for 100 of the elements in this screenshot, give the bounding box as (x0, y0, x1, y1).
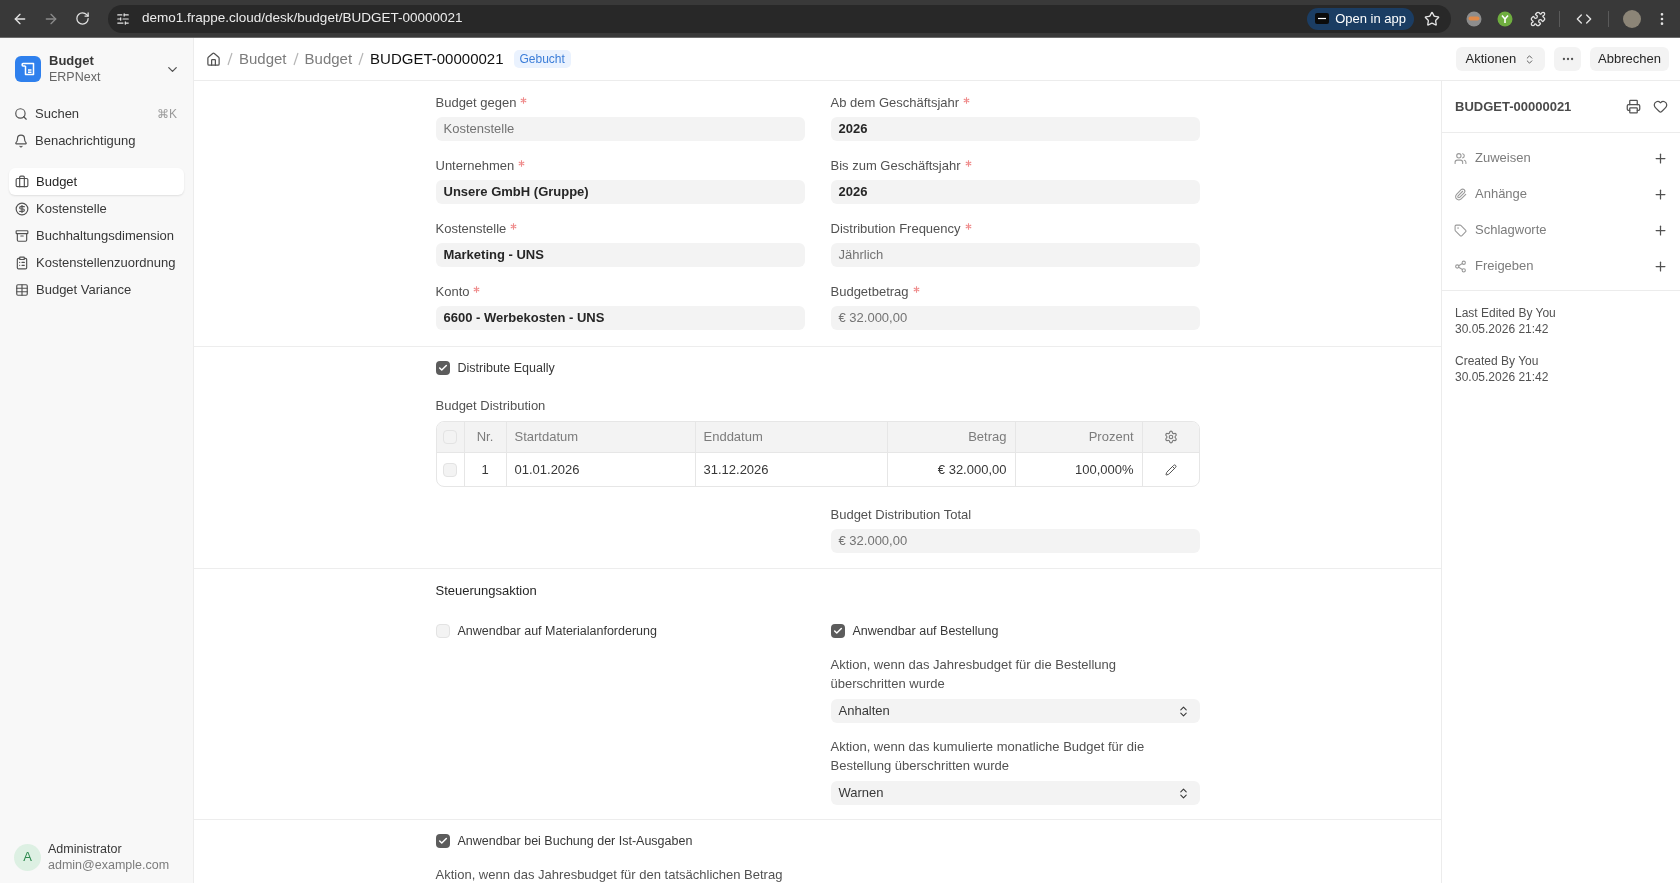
activity-time: 30.05.2026 21:42 (1455, 369, 1550, 385)
field-label: Kostenstelle (435, 221, 507, 237)
checkbox-label: Anwendbar auf Bestellung (852, 624, 999, 638)
search-icon (14, 106, 28, 121)
home-icon[interactable] (206, 51, 221, 67)
reload-icon[interactable] (75, 11, 90, 26)
input-field[interactable]: € 32.000,00 (830, 529, 1200, 553)
user-email: admin@example.com (48, 857, 170, 873)
settings-icon[interactable] (1163, 430, 1178, 444)
column-header: Startdatum (506, 422, 696, 452)
extension-icon[interactable] (1466, 10, 1482, 27)
checkbox[interactable] (435, 361, 450, 375)
actions-dropdown[interactable]: Aktionen (1455, 47, 1546, 71)
side-action[interactable]: Schlagworte (1454, 220, 1653, 240)
field-label: Unternehmen (435, 158, 515, 174)
input-field[interactable]: Jährlich (830, 243, 1200, 267)
sidebar-item[interactable]: Kostenstellenzuordnung (9, 249, 184, 276)
slash-icon (358, 52, 365, 66)
user-name: Administrator (48, 841, 123, 857)
section-title: Steuerungsaktion (435, 583, 538, 599)
input-field[interactable]: 2026 (830, 117, 1200, 141)
column-header: Enddatum (695, 422, 888, 452)
sidebar-item[interactable]: Buchhaltungsdimension (9, 222, 184, 249)
field-label: Budgetbetrag (830, 284, 909, 300)
star-icon[interactable] (1424, 10, 1440, 27)
input-field[interactable]: 2026 (830, 180, 1200, 204)
plus-icon[interactable] (1653, 150, 1668, 166)
field-label: Distribution Frequency (830, 221, 961, 237)
table-cell: 1 (464, 453, 507, 486)
bell-icon (14, 133, 28, 148)
paperclip-icon (1454, 187, 1467, 201)
extension-icon[interactable] (1497, 10, 1513, 27)
check-icon (437, 363, 448, 373)
search-button[interactable]: Suchen (9, 100, 157, 127)
check-icon (832, 626, 843, 636)
page-title: BUDGET-00000021 (370, 48, 504, 69)
share-icon (1454, 259, 1467, 273)
app-logo-icon[interactable] (15, 56, 41, 82)
checkbox-label: Anwendbar auf Materialanforderung (457, 624, 657, 638)
input-field[interactable]: € 32.000,00 (830, 306, 1200, 330)
breadcrumb-link[interactable]: Budget (239, 47, 287, 71)
field-label: Budget gegen (435, 95, 517, 111)
field-label: Bis zum Geschäftsjahr (830, 158, 961, 174)
tray-icon (15, 228, 29, 243)
address-bar[interactable]: demo1.frappe.cloud/desk/budget/BUDGET-00000021 Open in app (108, 4, 1451, 33)
plus-icon[interactable] (1653, 186, 1668, 202)
checkbox[interactable] (435, 624, 450, 638)
side-action[interactable]: Anhänge (1454, 184, 1653, 204)
table-cell: € 32.000,00 (887, 453, 1016, 486)
table-cell: 100,000% (1015, 453, 1143, 486)
table-label: Budget Distribution (435, 398, 547, 414)
checkbox-label: Distribute Equally (457, 361, 555, 375)
printer-icon[interactable] (1626, 99, 1641, 114)
check-icon (437, 836, 448, 846)
notifications-button[interactable]: Benachrichtigung (9, 127, 184, 154)
sidebar-item[interactable]: Budget Variance (9, 276, 184, 303)
sidebar-item[interactable]: Kostenstelle (9, 195, 184, 222)
checkbox-label: Anwendbar bei Buchung der Ist-Ausgaben (457, 834, 693, 848)
column-header: Betrag (887, 422, 1016, 452)
coin-icon (15, 201, 29, 216)
select-field[interactable]: Warnen (830, 781, 1200, 805)
open-in-app-button[interactable]: Open in app (1307, 7, 1414, 30)
activity-label: Created By You (1455, 353, 1540, 369)
select-field[interactable]: Anhalten (830, 699, 1200, 723)
field-label: Aktion, wenn das Jahresbudget für den tatsächlichen Betrag (435, 867, 784, 883)
activity-time: 30.05.2026 21:42 (1455, 321, 1550, 337)
cancel-button[interactable]: Abbrechen (1590, 47, 1669, 71)
url-text: demo1.frappe.cloud/desk/budget/BUDGET-00000021 (142, 9, 463, 28)
sliders-icon[interactable] (116, 11, 130, 26)
avatar-icon[interactable] (1623, 9, 1641, 28)
field-label: Konto (435, 284, 470, 300)
field-label: Budget Distribution Total (830, 507, 972, 523)
slash-icon (227, 52, 233, 66)
row-checkbox[interactable] (443, 462, 457, 477)
side-action[interactable]: Zuweisen (1454, 148, 1653, 168)
input-field[interactable]: Unsere GmbH (Gruppe) (435, 180, 805, 204)
user-avatar[interactable]: A (14, 843, 41, 871)
plus-icon[interactable] (1653, 258, 1668, 274)
breadcrumb-link[interactable]: Budget (304, 47, 353, 71)
field-label: Aktion, wenn das kumulierte monatliche Budget für die Bestellung überschritten wurde (830, 738, 1146, 775)
table-icon (15, 282, 29, 297)
checkbox[interactable] (435, 834, 450, 848)
table-cell: 31.12.2026 (695, 453, 888, 486)
pencil-icon[interactable] (1164, 463, 1177, 476)
heart-icon[interactable] (1653, 99, 1668, 114)
input-field[interactable]: 6600 - Werbekosten - UNS (435, 306, 805, 330)
side-action[interactable]: Freigeben (1454, 256, 1653, 276)
input-field[interactable]: Kostenstelle (435, 117, 805, 141)
users-icon (1454, 151, 1467, 165)
app-icon (1315, 13, 1330, 24)
slash-icon (292, 52, 299, 66)
field-label: Aktion, wenn das Jahresbudget für die Bestellung überschritten wurde (830, 656, 1117, 693)
sidebar-item[interactable]: Budget (9, 168, 184, 195)
puzzle-icon[interactable] (1530, 10, 1546, 27)
input-field[interactable]: Marketing - UNS (435, 243, 805, 267)
column-header: Nr. (464, 422, 507, 452)
briefcase-icon (15, 174, 29, 189)
clipboard-icon (15, 255, 29, 270)
plus-icon[interactable] (1653, 222, 1668, 238)
checkbox[interactable] (830, 624, 845, 638)
